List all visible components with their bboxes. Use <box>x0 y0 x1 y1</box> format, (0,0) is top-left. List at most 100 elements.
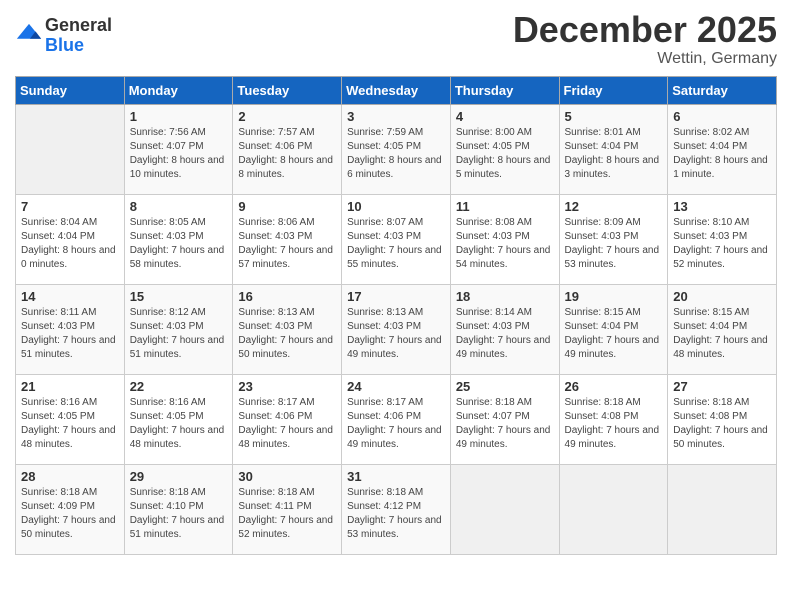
day-number: 15 <box>130 289 228 304</box>
calendar-cell: 7 Sunrise: 8:04 AMSunset: 4:04 PMDaylight… <box>16 194 125 284</box>
calendar-cell: 3Sunrise: 7:59 AMSunset: 4:05 PMDaylight… <box>342 104 451 194</box>
calendar-cell: 1 Sunrise: 7:56 AMSunset: 4:07 PMDaylight… <box>124 104 233 194</box>
day-info: Sunrise: 7:59 AMSunset: 4:05 PMDaylight:… <box>347 126 445 182</box>
day-info: Sunrise: 8:18 AMSunset: 4:08 PMDaylight:… <box>673 396 771 452</box>
calendar-cell: 27Sunrise: 8:18 AMSunset: 4:08 PMDayligh… <box>668 374 777 464</box>
logo-icon <box>15 22 43 50</box>
day-info: Sunrise: 8:18 AMSunset: 4:07 PMDaylight:… <box>456 396 554 452</box>
calendar-cell: 21Sunrise: 8:16 AMSunset: 4:05 PMDayligh… <box>16 374 125 464</box>
calendar-cell: 10 Sunrise: 8:07 AMSunset: 4:03 PMDayligh… <box>342 194 451 284</box>
calendar-cell: 24 Sunrise: 8:17 AMSunset: 4:06 PMDayligh… <box>342 374 451 464</box>
calendar-cell: 9 Sunrise: 8:06 AMSunset: 4:03 PMDaylight… <box>233 194 342 284</box>
calendar-cell: 19 Sunrise: 8:15 AMSunset: 4:04 PMDayligh… <box>559 284 668 374</box>
day-number: 29 <box>130 469 228 484</box>
day-info: Sunrise: 8:07 AMSunset: 4:03 PMDaylight:… <box>347 216 445 272</box>
day-number: 23 <box>238 379 336 394</box>
logo: General Blue <box>15 16 112 56</box>
day-number: 19 <box>565 289 663 304</box>
logo-text: General Blue <box>45 16 112 56</box>
calendar-cell: 12 Sunrise: 8:09 AMSunset: 4:03 PMDayligh… <box>559 194 668 284</box>
week-row-2: 7 Sunrise: 8:04 AMSunset: 4:04 PMDaylight… <box>16 194 777 284</box>
calendar-cell <box>16 104 125 194</box>
calendar-cell: 29 Sunrise: 8:18 AMSunset: 4:10 PMDayligh… <box>124 464 233 554</box>
day-number: 16 <box>238 289 336 304</box>
week-row-3: 14Sunrise: 8:11 AMSunset: 4:03 PMDayligh… <box>16 284 777 374</box>
calendar-cell: 30 Sunrise: 8:18 AMSunset: 4:11 PMDayligh… <box>233 464 342 554</box>
day-number: 21 <box>21 379 119 394</box>
calendar-cell: 6Sunrise: 8:02 AMSunset: 4:04 PMDaylight… <box>668 104 777 194</box>
calendar-cell: 4Sunrise: 8:00 AMSunset: 4:05 PMDaylight… <box>450 104 559 194</box>
weekday-header-sunday: Sunday <box>16 76 125 104</box>
calendar-cell: 2 Sunrise: 7:57 AMSunset: 4:06 PMDaylight… <box>233 104 342 194</box>
day-info: Sunrise: 8:18 AMSunset: 4:12 PMDaylight:… <box>347 486 445 542</box>
day-info: Sunrise: 8:15 AMSunset: 4:04 PMDaylight:… <box>673 306 771 362</box>
calendar-cell: 31Sunrise: 8:18 AMSunset: 4:12 PMDayligh… <box>342 464 451 554</box>
day-number: 14 <box>21 289 119 304</box>
day-info: Sunrise: 8:01 AMSunset: 4:04 PMDaylight:… <box>565 126 663 182</box>
day-number: 13 <box>673 199 771 214</box>
day-number: 20 <box>673 289 771 304</box>
calendar-cell: 25 Sunrise: 8:18 AMSunset: 4:07 PMDayligh… <box>450 374 559 464</box>
day-number: 17 <box>347 289 445 304</box>
day-number: 12 <box>565 199 663 214</box>
day-info: Sunrise: 8:06 AMSunset: 4:03 PMDaylight:… <box>238 216 336 272</box>
day-number: 5 <box>565 109 663 124</box>
calendar-cell: 22 Sunrise: 8:16 AMSunset: 4:05 PMDayligh… <box>124 374 233 464</box>
calendar-cell: 23 Sunrise: 8:17 AMSunset: 4:06 PMDayligh… <box>233 374 342 464</box>
day-info: Sunrise: 8:15 AMSunset: 4:04 PMDaylight:… <box>565 306 663 362</box>
day-info: Sunrise: 8:13 AMSunset: 4:03 PMDaylight:… <box>347 306 445 362</box>
day-number: 1 <box>130 109 228 124</box>
day-number: 30 <box>238 469 336 484</box>
calendar-cell: 28 Sunrise: 8:18 AMSunset: 4:09 PMDayligh… <box>16 464 125 554</box>
weekday-header-thursday: Thursday <box>450 76 559 104</box>
month-title: December 2025 <box>513 10 777 50</box>
day-info: Sunrise: 7:57 AMSunset: 4:06 PMDaylight:… <box>238 126 336 182</box>
calendar-cell: 8Sunrise: 8:05 AMSunset: 4:03 PMDaylight… <box>124 194 233 284</box>
day-info: Sunrise: 8:16 AMSunset: 4:05 PMDaylight:… <box>130 396 228 452</box>
day-number: 28 <box>21 469 119 484</box>
day-info: Sunrise: 8:12 AMSunset: 4:03 PMDaylight:… <box>130 306 228 362</box>
calendar-cell: 11Sunrise: 8:08 AMSunset: 4:03 PMDayligh… <box>450 194 559 284</box>
calendar-cell <box>559 464 668 554</box>
day-number: 26 <box>565 379 663 394</box>
day-info: Sunrise: 8:18 AMSunset: 4:09 PMDaylight:… <box>21 486 119 542</box>
page-header: General Blue December 2025 Wettin, Germa… <box>15 10 777 68</box>
day-number: 24 <box>347 379 445 394</box>
day-number: 2 <box>238 109 336 124</box>
calendar-cell: 16Sunrise: 8:13 AMSunset: 4:03 PMDayligh… <box>233 284 342 374</box>
day-info: Sunrise: 8:04 AMSunset: 4:04 PMDaylight:… <box>21 216 119 272</box>
day-number: 9 <box>238 199 336 214</box>
day-info: Sunrise: 8:18 AMSunset: 4:10 PMDaylight:… <box>130 486 228 542</box>
calendar-cell: 18 Sunrise: 8:14 AMSunset: 4:03 PMDayligh… <box>450 284 559 374</box>
calendar-table: SundayMondayTuesdayWednesdayThursdayFrid… <box>15 76 777 555</box>
day-info: Sunrise: 8:17 AMSunset: 4:06 PMDaylight:… <box>347 396 445 452</box>
weekday-header-saturday: Saturday <box>668 76 777 104</box>
weekday-header-row: SundayMondayTuesdayWednesdayThursdayFrid… <box>16 76 777 104</box>
calendar-cell <box>668 464 777 554</box>
calendar-cell: 15 Sunrise: 8:12 AMSunset: 4:03 PMDayligh… <box>124 284 233 374</box>
day-info: Sunrise: 8:14 AMSunset: 4:03 PMDaylight:… <box>456 306 554 362</box>
day-number: 4 <box>456 109 554 124</box>
calendar-cell: 13Sunrise: 8:10 AMSunset: 4:03 PMDayligh… <box>668 194 777 284</box>
day-info: Sunrise: 8:05 AMSunset: 4:03 PMDaylight:… <box>130 216 228 272</box>
logo-blue: Blue <box>45 36 112 56</box>
week-row-1: 1 Sunrise: 7:56 AMSunset: 4:07 PMDaylight… <box>16 104 777 194</box>
calendar-cell: 14Sunrise: 8:11 AMSunset: 4:03 PMDayligh… <box>16 284 125 374</box>
day-number: 11 <box>456 199 554 214</box>
weekday-header-wednesday: Wednesday <box>342 76 451 104</box>
day-info: Sunrise: 8:18 AMSunset: 4:11 PMDaylight:… <box>238 486 336 542</box>
day-number: 18 <box>456 289 554 304</box>
day-number: 22 <box>130 379 228 394</box>
calendar-cell: 17 Sunrise: 8:13 AMSunset: 4:03 PMDayligh… <box>342 284 451 374</box>
day-number: 7 <box>21 199 119 214</box>
week-row-4: 21 Sunrise: 8:16 AMSunset: 4:05 PMDayligh… <box>16 374 777 464</box>
calendar-cell <box>450 464 559 554</box>
day-number: 10 <box>347 199 445 214</box>
weekday-header-monday: Monday <box>124 76 233 104</box>
day-info: Sunrise: 7:56 AMSunset: 4:07 PMDaylight:… <box>130 126 228 182</box>
day-number: 6 <box>673 109 771 124</box>
day-info: Sunrise: 8:17 AMSunset: 4:06 PMDaylight:… <box>238 396 336 452</box>
day-info: Sunrise: 8:09 AMSunset: 4:03 PMDaylight:… <box>565 216 663 272</box>
day-number: 25 <box>456 379 554 394</box>
location-title: Wettin, Germany <box>513 50 777 68</box>
